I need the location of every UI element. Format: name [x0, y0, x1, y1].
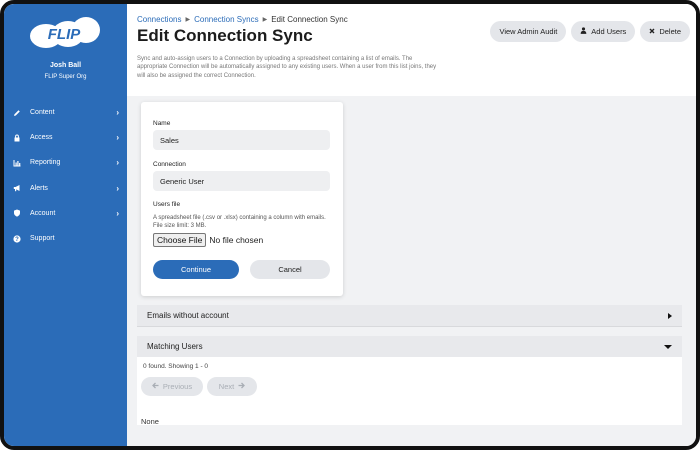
choose-file-button[interactable]: Choose File: [153, 233, 207, 247]
sidebar: FLIP Josh Ball FLIP Super Org Content › …: [4, 4, 127, 446]
sidebar-nav: Content › Access › Reporting › Alerts › …: [4, 100, 127, 251]
view-admin-audit-button[interactable]: View Admin Audit: [490, 21, 567, 42]
cancel-button[interactable]: Cancel: [250, 260, 330, 279]
shield-icon: [12, 208, 22, 218]
header-actions: View Admin Audit Add Users Delete: [490, 21, 690, 42]
page-description: Sync and auto-assign users to a Connecti…: [137, 56, 437, 79]
user-icon: [580, 27, 587, 36]
sidebar-item-content[interactable]: Content ›: [4, 100, 127, 125]
page-header: Connections ▶ Connection Syncs ▶ Edit Co…: [127, 4, 696, 96]
results-count: 0 found. Showing 1 - 0: [143, 363, 209, 370]
connection-sync-form: Name Sales Connection Generic User Users…: [141, 102, 343, 296]
sidebar-item-label: Account: [30, 209, 56, 217]
chevron-right-icon: ›: [116, 133, 119, 143]
next-label: Next: [218, 382, 235, 391]
flip-logo[interactable]: FLIP: [26, 14, 102, 50]
emails-without-account-title: Emails without account: [147, 311, 229, 320]
add-users-label: Add Users: [591, 27, 627, 36]
connection-label: Connection: [153, 161, 186, 168]
file-input: Choose File No file chosen: [153, 233, 263, 247]
question-circle-icon: ?: [12, 234, 22, 244]
matching-users-panel-body: 0 found. Showing 1 - 0 Previous Next Non…: [137, 357, 682, 426]
previous-button[interactable]: Previous: [141, 377, 203, 396]
connection-select[interactable]: Generic User: [153, 171, 330, 191]
continue-button[interactable]: Continue: [153, 260, 239, 279]
next-button[interactable]: Next: [207, 377, 257, 396]
chevron-right-icon: ›: [116, 108, 119, 118]
app-window: FLIP Josh Ball FLIP Super Org Content › …: [0, 0, 700, 450]
add-users-button[interactable]: Add Users: [571, 21, 636, 42]
sidebar-item-access[interactable]: Access ›: [4, 125, 127, 150]
delete-label: Delete: [659, 27, 681, 36]
matching-users-title: Matching Users: [147, 342, 203, 351]
breadcrumb-connections[interactable]: Connections: [137, 15, 181, 24]
sidebar-item-label: Support: [30, 235, 55, 243]
breadcrumb-separator-icon: ▶: [185, 17, 191, 23]
user-name: Josh Ball: [49, 62, 82, 69]
empty-state-text: None: [141, 417, 159, 426]
users-file-label: Users file: [153, 201, 181, 208]
lock-icon: [12, 133, 22, 143]
caret-right-icon: [668, 312, 672, 319]
sidebar-item-alerts[interactable]: Alerts ›: [4, 176, 127, 201]
previous-label: Previous: [162, 382, 193, 391]
caret-down-icon: [664, 344, 672, 349]
matching-users-panel-header[interactable]: Matching Users: [137, 336, 682, 358]
svg-text:FLIP: FLIP: [48, 26, 81, 43]
view-admin-audit-label: View Admin Audit: [499, 27, 558, 36]
emails-without-account-panel-header[interactable]: Emails without account: [137, 305, 682, 327]
breadcrumb-separator-icon: ▶: [262, 17, 268, 23]
pencil-icon: [12, 108, 22, 118]
megaphone-icon: [12, 183, 22, 193]
breadcrumb-connection-syncs[interactable]: Connection Syncs: [194, 15, 258, 24]
sidebar-item-reporting[interactable]: Reporting ›: [4, 150, 127, 175]
sidebar-item-account[interactable]: Account ›: [4, 201, 127, 226]
org-name: FLIP Super Org: [44, 74, 87, 80]
delete-button[interactable]: Delete: [640, 21, 690, 42]
svg-text:?: ?: [15, 237, 19, 243]
file-status: No file chosen: [209, 235, 264, 245]
arrow-right-icon: [238, 382, 246, 391]
chevron-right-icon: ›: [116, 208, 119, 218]
close-icon: [649, 27, 655, 36]
users-file-help: A spreadsheet file (.csv or .xlsx) conta…: [153, 215, 326, 229]
bar-chart-icon: [12, 158, 22, 168]
sidebar-item-label: Reporting: [30, 159, 61, 167]
chevron-right-icon: ›: [116, 158, 119, 168]
sidebar-item-support[interactable]: ? Support: [4, 226, 127, 251]
chevron-right-icon: ›: [116, 183, 119, 193]
breadcrumb: Connections ▶ Connection Syncs ▶ Edit Co…: [137, 15, 348, 24]
name-label: Name: [153, 120, 171, 127]
arrow-left-icon: [151, 382, 159, 391]
sidebar-item-label: Content: [30, 109, 55, 117]
sidebar-item-label: Access: [30, 134, 53, 142]
page-title: Edit Connection Sync: [137, 26, 313, 45]
name-field[interactable]: Sales: [153, 130, 330, 150]
sidebar-item-label: Alerts: [30, 184, 48, 192]
breadcrumb-current: Edit Connection Sync: [271, 15, 348, 24]
main-content: Connections ▶ Connection Syncs ▶ Edit Co…: [127, 4, 696, 446]
